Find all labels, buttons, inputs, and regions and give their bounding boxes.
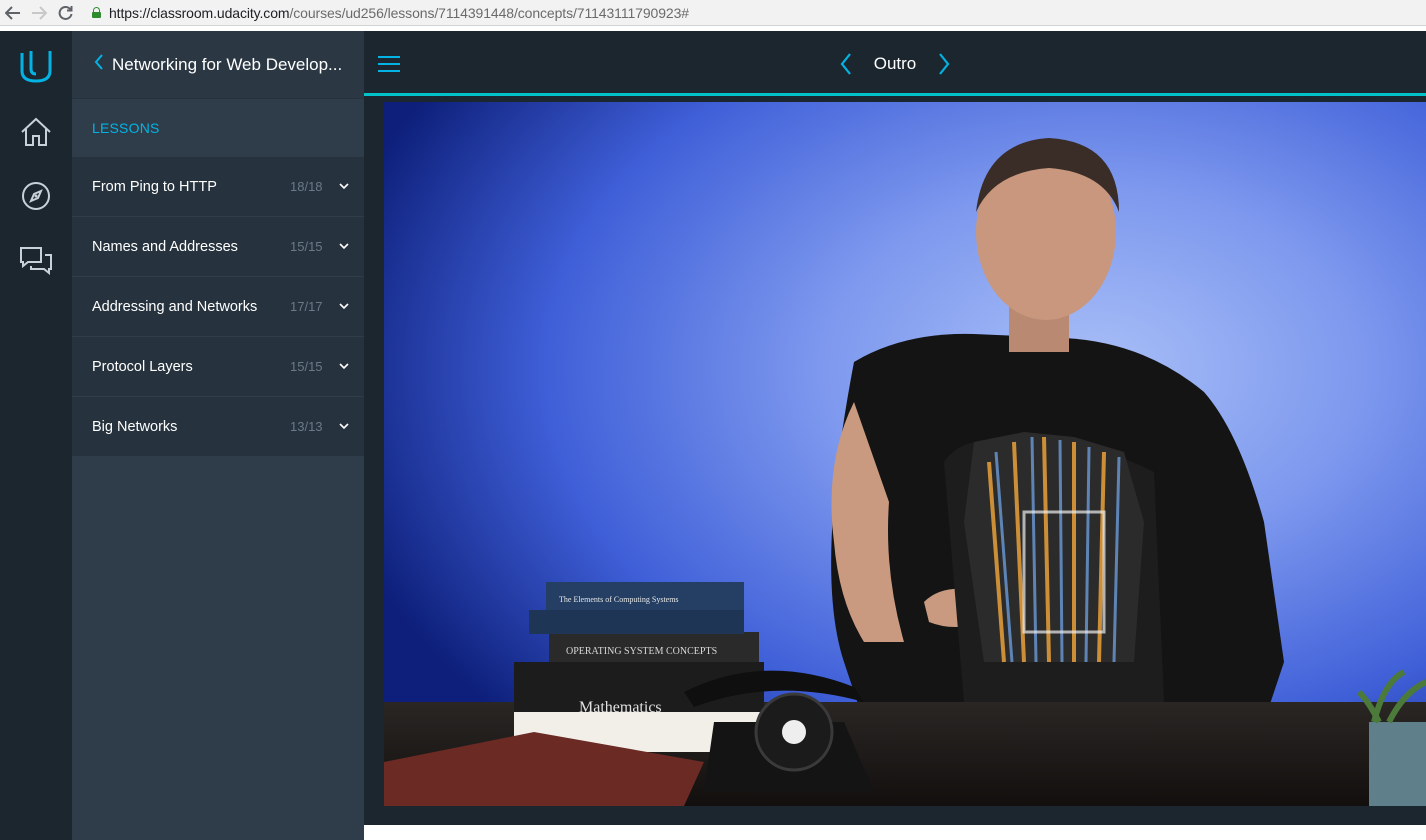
chevron-down-icon[interactable] xyxy=(338,181,350,193)
lesson-progress-count: 15/15 xyxy=(290,239,323,254)
book-title: OPERATING SYSTEM CONCEPTS xyxy=(566,646,717,657)
lesson-progress-count: 15/15 xyxy=(290,359,323,374)
nav-rail xyxy=(0,31,72,840)
classroom-app: Networking for Web Develop... LESSONS Fr… xyxy=(0,31,1426,840)
lesson-title: Protocol Layers xyxy=(92,358,193,375)
lesson-title: Names and Addresses xyxy=(92,238,238,255)
video-frame: The Elements of Computing Systems OPERAT… xyxy=(384,102,1426,806)
book-title: The Elements of Computing Systems xyxy=(559,595,679,604)
chevron-left-icon[interactable] xyxy=(94,54,104,75)
address-bar[interactable]: https://classroom.udacity.com/courses/ud… xyxy=(92,1,689,25)
udacity-logo-icon[interactable] xyxy=(18,47,54,85)
chevron-down-icon[interactable] xyxy=(338,241,350,253)
concept-main: Outro The Elements of Computing Systems … xyxy=(364,31,1426,840)
hamburger-menu-icon[interactable] xyxy=(378,55,400,73)
lesson-item[interactable]: From Ping to HTTP 18/18 xyxy=(72,157,364,217)
lesson-title: Addressing and Networks xyxy=(92,298,258,315)
chevron-down-icon[interactable] xyxy=(338,421,350,433)
course-sidebar: Networking for Web Develop... LESSONS Fr… xyxy=(72,31,364,840)
lesson-item[interactable]: Big Networks 13/13 xyxy=(72,397,364,457)
video-player[interactable]: The Elements of Computing Systems OPERAT… xyxy=(384,102,1426,806)
concept-title: Outro xyxy=(873,53,917,73)
chevron-left-icon[interactable] xyxy=(836,50,856,78)
compass-icon[interactable] xyxy=(19,179,53,213)
concept-topbar: Outro xyxy=(364,31,1426,96)
url-host: https://classroom.udacity.com xyxy=(109,4,290,21)
forward-arrow-icon[interactable] xyxy=(26,1,52,25)
browser-toolbar: https://classroom.udacity.com/courses/ud… xyxy=(0,0,1426,26)
chevron-right-icon[interactable] xyxy=(934,50,954,78)
concept-navigation: Outro xyxy=(364,31,1426,96)
lesson-progress-count: 17/17 xyxy=(290,299,323,314)
lesson-item[interactable]: Names and Addresses 15/15 xyxy=(72,217,364,277)
reload-icon[interactable] xyxy=(52,1,78,25)
lesson-title: From Ping to HTTP xyxy=(92,178,217,195)
back-arrow-icon[interactable] xyxy=(0,1,26,25)
lesson-list: From Ping to HTTP 18/18 Names and Addres… xyxy=(72,157,364,457)
course-header[interactable]: Networking for Web Develop... xyxy=(72,31,364,99)
content-bottom xyxy=(364,825,1426,840)
lesson-item[interactable]: Addressing and Networks 17/17 xyxy=(72,277,364,337)
lesson-progress-count: 13/13 xyxy=(290,419,323,434)
url-path: /courses/ud256/lessons/7114391448/concep… xyxy=(289,4,689,21)
lesson-progress-count: 18/18 xyxy=(290,179,323,194)
lesson-item[interactable]: Protocol Layers 15/15 xyxy=(72,337,364,397)
lesson-title: Big Networks xyxy=(92,418,178,435)
chevron-down-icon[interactable] xyxy=(338,361,350,373)
home-icon[interactable] xyxy=(19,115,53,149)
chat-icon[interactable] xyxy=(19,243,53,277)
chevron-down-icon[interactable] xyxy=(338,301,350,313)
course-title[interactable]: Networking for Web Develop... xyxy=(112,55,344,75)
lock-icon xyxy=(92,7,101,18)
lessons-label: LESSONS xyxy=(72,99,364,157)
